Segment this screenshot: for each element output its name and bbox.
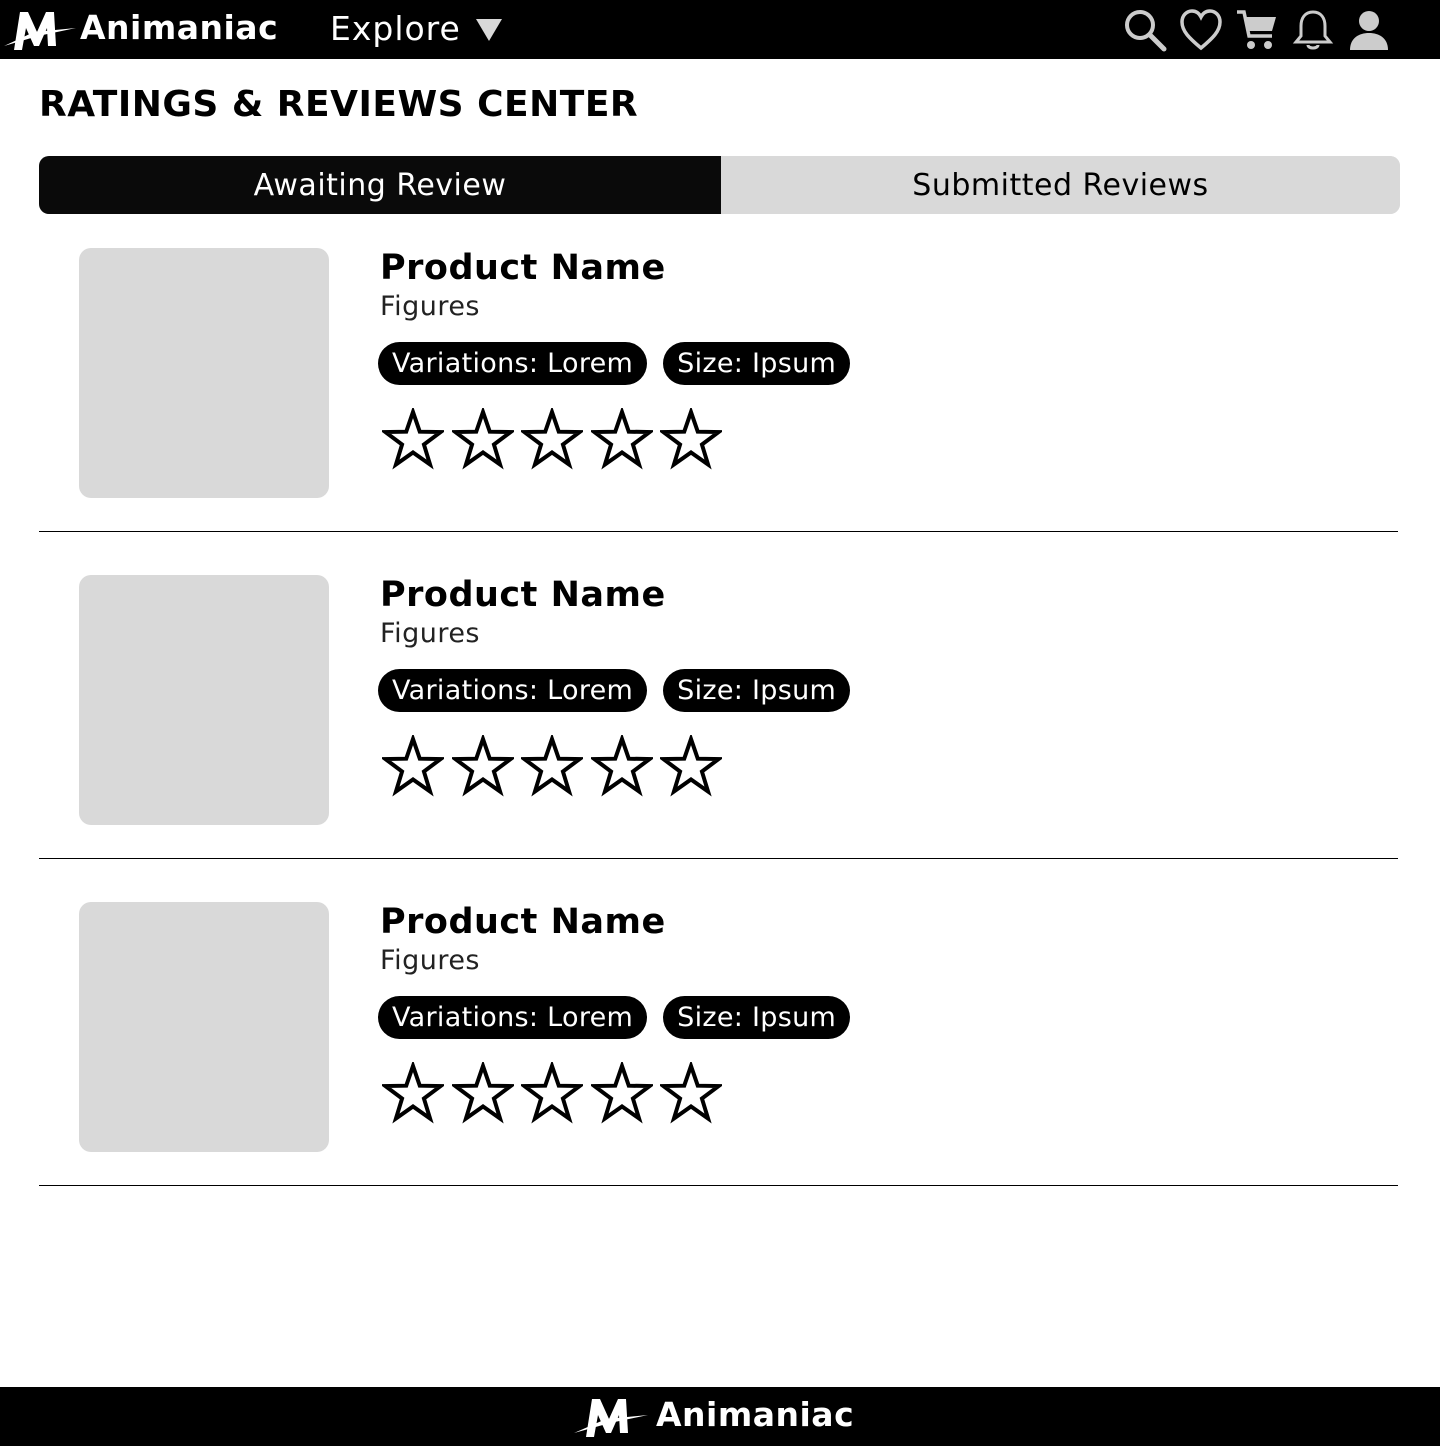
star-rating-input[interactable] [382, 735, 730, 797]
star-icon[interactable] [451, 408, 514, 470]
product-image-placeholder[interactable] [79, 902, 329, 1152]
footer-logo[interactable] [572, 1393, 648, 1443]
search-button[interactable] [1122, 7, 1168, 53]
star-icon[interactable] [521, 735, 583, 797]
footer-brand-name[interactable]: Animaniac [656, 1395, 854, 1434]
star-icon[interactable] [660, 1062, 722, 1124]
size-badge: Size: Ipsum [663, 342, 851, 385]
review-item: Product Name Figures Variations: Lorem S… [39, 858, 1398, 1186]
size-badge: Size: Ipsum [663, 669, 851, 712]
star-icon[interactable] [521, 408, 583, 470]
bell-icon [1292, 10, 1334, 50]
dropdown-triangle-icon [475, 18, 502, 41]
star-icon[interactable] [590, 735, 653, 797]
explore-menu[interactable]: Explore [330, 9, 503, 48]
product-attributes: Variations: Lorem Size: Ipsum [378, 342, 866, 385]
product-image-placeholder[interactable] [79, 248, 329, 498]
notifications-button[interactable] [1290, 7, 1336, 53]
star-icon[interactable] [590, 408, 653, 470]
variation-badge: Variations: Lorem [378, 342, 648, 385]
cart-button[interactable] [1234, 7, 1280, 53]
user-icon [1350, 11, 1388, 50]
star-icon[interactable] [382, 1062, 444, 1124]
product-attributes: Variations: Lorem Size: Ipsum [378, 996, 866, 1039]
size-badge: Size: Ipsum [663, 996, 851, 1039]
brand-name[interactable]: Animaniac [80, 8, 278, 47]
page-title: RATINGS & REVIEWS CENTER [39, 84, 639, 125]
product-category: Figures [380, 945, 481, 976]
brand-logo-icon [4, 12, 76, 50]
variation-badge: Variations: Lorem [378, 669, 648, 712]
account-button[interactable] [1346, 7, 1392, 53]
search-icon [1125, 10, 1167, 52]
star-icon[interactable] [451, 1062, 514, 1124]
review-item: Product Name Figures Variations: Lorem S… [39, 531, 1398, 859]
brand-logo[interactable] [4, 6, 76, 52]
wishlist-button[interactable] [1178, 7, 1224, 53]
heart-icon [1180, 9, 1222, 51]
product-image-placeholder[interactable] [79, 575, 329, 825]
footer: Animaniac [0, 1387, 1440, 1446]
product-category: Figures [380, 291, 481, 322]
top-navigation-bar: Animaniac Explore [0, 0, 1440, 59]
product-name[interactable]: Product Name [380, 575, 666, 615]
star-icon[interactable] [660, 735, 722, 797]
star-rating-input[interactable] [382, 1062, 730, 1124]
explore-label: Explore [330, 9, 461, 48]
star-rating-input[interactable] [382, 408, 730, 470]
star-icon[interactable] [590, 1062, 653, 1124]
product-category: Figures [380, 618, 481, 649]
star-icon[interactable] [382, 408, 444, 470]
star-icon[interactable] [660, 408, 722, 470]
star-icon[interactable] [451, 735, 514, 797]
star-icon[interactable] [521, 1062, 583, 1124]
product-name[interactable]: Product Name [380, 902, 666, 942]
star-icon[interactable] [382, 735, 444, 797]
product-attributes: Variations: Lorem Size: Ipsum [378, 669, 866, 712]
variation-badge: Variations: Lorem [378, 996, 648, 1039]
product-name[interactable]: Product Name [380, 248, 666, 288]
cart-icon [1237, 10, 1276, 49]
brand-logo-icon [574, 1399, 648, 1437]
review-item: Product Name Figures Variations: Lorem S… [39, 204, 1398, 532]
header-actions [1112, 7, 1392, 53]
